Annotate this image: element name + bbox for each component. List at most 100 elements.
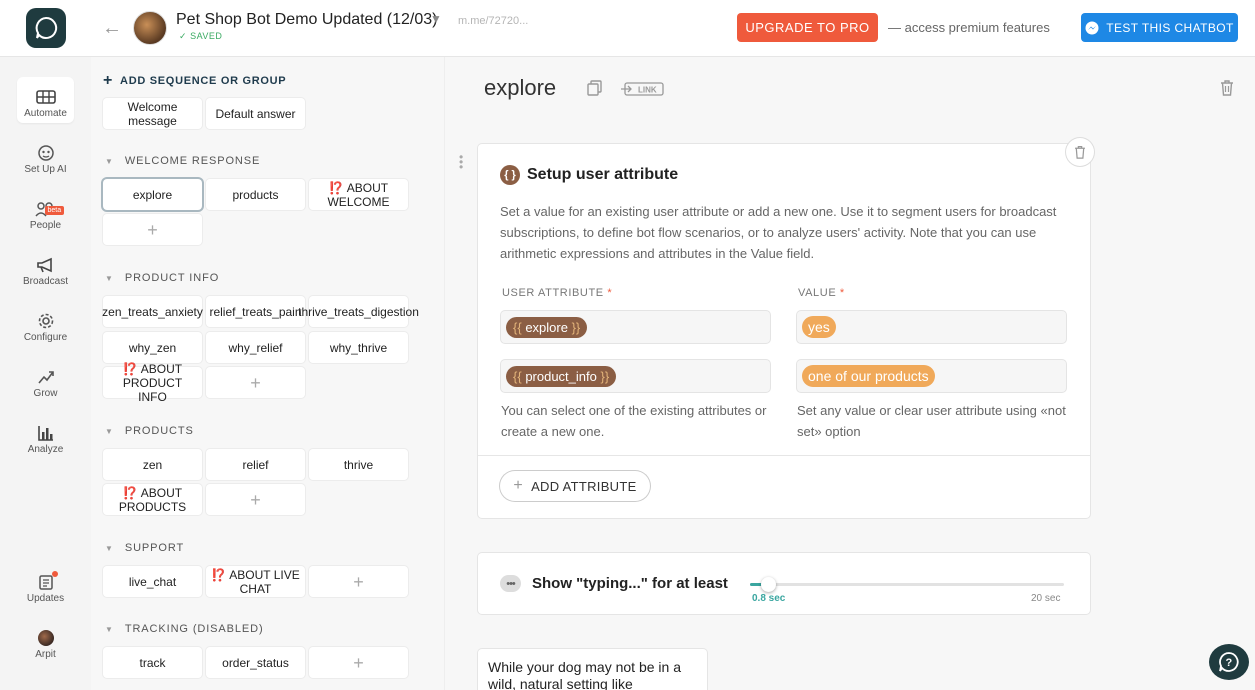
- block-relief-treats-pain[interactable]: relief_treats_pain: [206, 296, 305, 327]
- svg-text:?: ?: [1226, 657, 1233, 669]
- test-chatbot-label: TEST THIS CHATBOT: [1106, 20, 1234, 35]
- copy-icon[interactable]: [587, 80, 603, 96]
- add-block-button[interactable]: +: [206, 484, 305, 515]
- help-icon: ?: [1219, 652, 1239, 672]
- card-delete-button[interactable]: [1066, 138, 1094, 166]
- caret-down-icon: ▼: [105, 624, 114, 634]
- block-editor: explore LINK • • • { } Setup user attribut…: [445, 57, 1255, 690]
- rail-item-updates[interactable]: Updates: [17, 562, 74, 608]
- saved-status: ✓ SAVED: [179, 31, 223, 41]
- drag-handle-icon[interactable]: • • •: [459, 151, 463, 173]
- back-arrow-icon[interactable]: ←: [101, 17, 123, 39]
- block-about-product-info[interactable]: ⁉️ ABOUT PRODUCT INFO: [103, 362, 202, 404]
- block-sidebar: + ADD SEQUENCE OR GROUP Welcome message D…: [91, 57, 445, 690]
- warning-icon: ⁉️: [211, 567, 227, 582]
- block-track[interactable]: track: [103, 647, 202, 678]
- value-input[interactable]: one of our products: [797, 360, 1066, 392]
- rail-item-grow[interactable]: Grow: [17, 357, 74, 403]
- block-default-answer[interactable]: Default answer: [206, 98, 305, 129]
- block-thrive[interactable]: thrive: [309, 449, 408, 480]
- block-live-chat[interactable]: live_chat: [103, 566, 202, 597]
- block-products[interactable]: products: [206, 179, 305, 210]
- block-title[interactable]: explore: [484, 75, 556, 101]
- trash-icon: [1075, 146, 1085, 159]
- block-about-welcome[interactable]: ⁉️ ABOUT WELCOME: [309, 179, 408, 210]
- rail-item-broadcast[interactable]: Broadcast: [17, 245, 74, 291]
- automate-icon: [35, 90, 56, 104]
- rail-item-configure[interactable]: Configure: [17, 301, 74, 347]
- left-rail: Automate Set Up AI beta People Broadcast…: [0, 57, 91, 690]
- slider-knob[interactable]: [761, 577, 776, 592]
- caret-down-icon: ▼: [105, 426, 114, 436]
- block-why-relief[interactable]: why_relief: [206, 332, 305, 363]
- rail-item-automate[interactable]: Automate: [17, 77, 74, 123]
- block-relief[interactable]: relief: [206, 449, 305, 480]
- block-about-live-chat[interactable]: ⁉️ ABOUT LIVE CHAT: [206, 566, 305, 597]
- group-product-info[interactable]: ▼ PRODUCT INFO: [105, 272, 219, 284]
- ai-icon: [37, 145, 54, 161]
- bot-avatar[interactable]: [133, 11, 167, 45]
- value-label: VALUE *: [798, 287, 845, 299]
- notification-dot: [51, 571, 58, 577]
- block-why-zen[interactable]: why_zen: [103, 332, 202, 363]
- block-order-status[interactable]: order_status: [206, 647, 305, 678]
- link-icon[interactable]: LINK: [621, 81, 665, 97]
- add-block-button[interactable]: +: [103, 214, 202, 245]
- group-tracking[interactable]: ▼ TRACKING (DISABLED): [105, 623, 264, 635]
- test-chatbot-button[interactable]: TEST THIS CHATBOT: [1081, 13, 1238, 42]
- text-message-card[interactable]: While your dog may not be in a wild, nat…: [478, 649, 707, 690]
- block-zen-treats-anxiety[interactable]: zen_treats_anxiety: [102, 296, 203, 327]
- rail-item-analyze[interactable]: Analyze: [17, 413, 74, 459]
- caret-down-icon: ▼: [105, 156, 114, 166]
- add-block-button[interactable]: +: [206, 367, 305, 398]
- premium-text: — access premium features: [888, 20, 1050, 35]
- value-input[interactable]: yes: [797, 311, 1066, 343]
- add-block-button[interactable]: +: [309, 647, 408, 678]
- block-thrive-treats-digestion[interactable]: thrive_treats_digestion: [298, 296, 419, 327]
- value-pill[interactable]: yes: [802, 316, 836, 338]
- help-button[interactable]: ?: [1209, 644, 1249, 680]
- caret-down-icon: ▼: [105, 543, 114, 553]
- plus-icon: +: [513, 477, 524, 494]
- message-text[interactable]: While your dog may not be in a wild, nat…: [488, 659, 681, 690]
- attribute-pill[interactable]: {{ product_info }}: [506, 365, 617, 387]
- upgrade-button[interactable]: UPGRADE TO PRO: [737, 13, 878, 42]
- card-title: { } Setup user attribute: [500, 165, 678, 185]
- block-zen[interactable]: zen: [103, 449, 202, 480]
- value-pill[interactable]: one of our products: [802, 365, 935, 387]
- card-description: Set a value for an existing user attribu…: [500, 204, 1057, 261]
- setup-attribute-card: { } Setup user attribute Set a value for…: [478, 138, 1094, 518]
- group-welcome-response[interactable]: ▼ WELCOME RESPONSE: [105, 155, 260, 167]
- bot-title[interactable]: Pet Shop Bot Demo Updated (12/03): [176, 11, 438, 29]
- chart-icon: [37, 426, 53, 441]
- warning-icon: ⁉️: [328, 180, 344, 195]
- block-explore[interactable]: explore: [103, 179, 202, 210]
- beta-badge: beta: [44, 206, 65, 215]
- attribute-input[interactable]: {{ product_info }}: [501, 360, 770, 392]
- block-why-thrive[interactable]: why_thrive: [309, 332, 408, 363]
- typing-slider[interactable]: [750, 577, 1064, 592]
- user-avatar: [37, 630, 54, 646]
- add-block-button[interactable]: +: [309, 566, 408, 597]
- divider: [478, 455, 1090, 456]
- group-support[interactable]: ▼ SUPPORT: [105, 542, 184, 554]
- rail-item-people[interactable]: beta People: [17, 189, 74, 235]
- group-products[interactable]: ▼ PRODUCTS: [105, 425, 194, 437]
- grow-icon: [37, 371, 54, 384]
- attribute-pill[interactable]: {{ explore }}: [506, 316, 588, 338]
- trash-icon[interactable]: [1220, 79, 1234, 96]
- add-sequence-button[interactable]: + ADD SEQUENCE OR GROUP: [103, 72, 286, 90]
- block-about-products[interactable]: ⁉️ ABOUT PRODUCTS: [103, 484, 202, 515]
- gear-icon: [38, 313, 53, 329]
- rail-item-setup-ai[interactable]: Set Up AI: [17, 133, 74, 179]
- rail-item-user[interactable]: Arpit: [17, 618, 74, 664]
- slider-max-label: 20 sec: [1031, 593, 1061, 604]
- attribute-help: You can select one of the existing attri…: [501, 403, 767, 439]
- app-logo[interactable]: [26, 8, 66, 48]
- bot-link[interactable]: m.me/72720...: [458, 15, 528, 27]
- attribute-input[interactable]: {{ explore }}: [501, 311, 770, 343]
- add-attribute-button[interactable]: + ADD ATTRIBUTE: [500, 471, 650, 501]
- block-welcome-message[interactable]: Welcome message: [103, 98, 202, 129]
- warning-icon: ⁉️: [122, 361, 138, 376]
- chevron-down-icon[interactable]: ▼: [430, 12, 442, 26]
